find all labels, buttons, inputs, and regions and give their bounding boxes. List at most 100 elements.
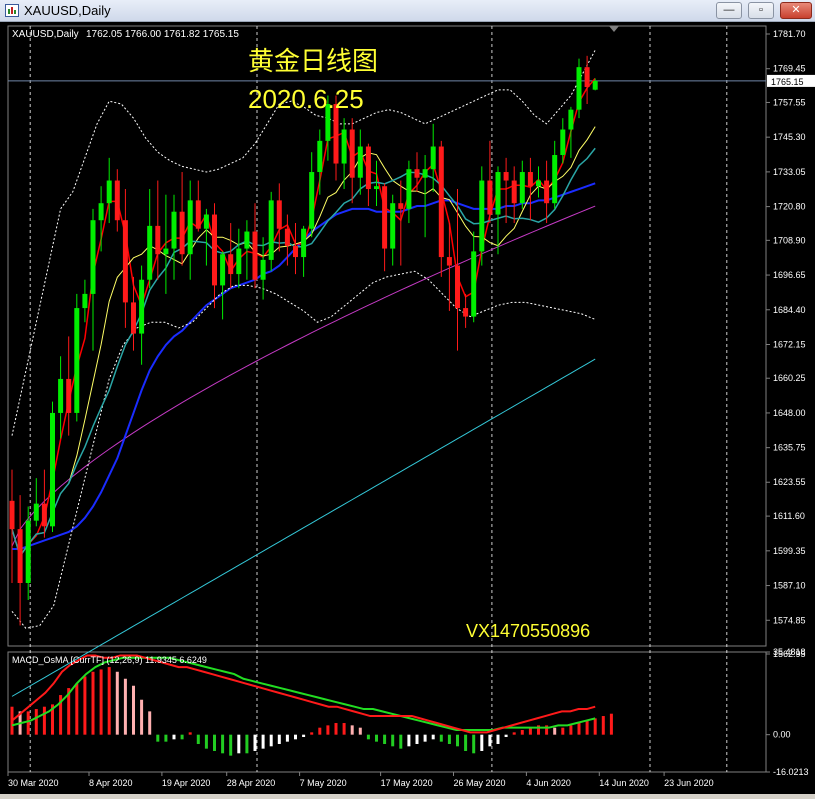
candle-body — [203, 214, 209, 229]
candle-body — [179, 211, 185, 255]
candle-body — [147, 225, 153, 280]
candle-body — [390, 203, 396, 249]
candle-body — [301, 228, 307, 258]
candle-26 — [220, 251, 226, 320]
candle-body — [98, 203, 104, 221]
macd-histogram-bar-30 — [253, 734, 257, 751]
macd-y-tick-label: -16.0213 — [773, 767, 809, 777]
y-tick-label: 1745.30 — [773, 132, 806, 142]
candle-51 — [422, 155, 428, 238]
candle-body — [171, 211, 177, 249]
candle-63 — [519, 160, 525, 209]
candle-body — [471, 251, 477, 317]
macd-histogram-bar-41 — [342, 723, 346, 735]
macd-histogram-bar-17 — [148, 711, 152, 735]
macd-histogram-bar-11 — [99, 669, 103, 735]
macd-histogram-bar-39 — [326, 725, 330, 735]
candle-body — [236, 248, 242, 275]
candle-body — [293, 245, 298, 258]
macd-histogram-bar-64 — [528, 727, 532, 735]
candle-body — [74, 308, 80, 413]
y-tick-label: 1708.90 — [773, 235, 806, 245]
candle-body — [33, 503, 39, 521]
chart-window-icon — [5, 4, 19, 17]
macd-histogram-bar-40 — [334, 723, 338, 735]
macd-histogram-bar-8 — [75, 683, 79, 735]
macd-histogram-bar-48 — [399, 734, 403, 749]
candle-62 — [511, 166, 517, 224]
candle-14 — [122, 189, 128, 328]
y-tick-label: 1574.85 — [773, 615, 806, 625]
y-tick-label: 1769.45 — [773, 64, 806, 74]
chart-header-symbol: XAUUSD,Daily — [12, 29, 79, 40]
macd-histogram-bar-46 — [383, 734, 387, 744]
macd-histogram-bar-67 — [553, 727, 557, 735]
candle-body — [422, 169, 428, 178]
overlay-date: 2020.6.25 — [248, 84, 364, 114]
macd-histogram-bar-29 — [245, 734, 249, 754]
macd-histogram-bar-51 — [423, 734, 427, 742]
macd-histogram-bar-49 — [407, 734, 411, 747]
macd-histogram-bar-31 — [261, 734, 265, 749]
y-tick-label: 1733.05 — [773, 167, 806, 177]
candle-body — [90, 220, 96, 294]
candle-body — [187, 200, 193, 255]
candle-body — [195, 200, 201, 229]
macd-histogram-bar-72 — [593, 718, 597, 735]
overlay-title: 黄金日线图 — [248, 46, 378, 76]
candle-body — [414, 169, 420, 178]
chart-window-frame: 1781.70 1769.45 1757.55 1745.30 1733.05 1720.… — [0, 22, 815, 794]
candle-body — [122, 220, 128, 303]
close-button[interactable]: ✕ — [780, 2, 812, 19]
ma-red-line — [11, 77, 596, 558]
current-price-label: 1765.15 — [771, 77, 804, 87]
macd-histogram-bar-25 — [213, 734, 216, 751]
minimize-button[interactable]: — — [716, 2, 742, 19]
macd-histogram-bar-2 — [26, 711, 30, 735]
candle-48 — [398, 180, 404, 266]
candle-11 — [98, 186, 104, 252]
candle-body — [592, 80, 598, 90]
y-tick-label: 1696.65 — [773, 270, 806, 280]
window-title: XAUUSD,Daily — [24, 3, 111, 18]
macd-histogram-bar-60 — [496, 734, 500, 744]
candle-20 — [171, 194, 177, 280]
candle-body — [268, 200, 274, 260]
candle-25 — [212, 203, 217, 309]
candle-body — [106, 180, 112, 204]
candle-body — [228, 254, 234, 275]
macd-histogram-bar-9 — [83, 676, 87, 735]
macd-histogram-bar-19 — [164, 734, 168, 742]
candle-1 — [17, 495, 23, 626]
candle-64 — [527, 157, 533, 221]
candle-46 — [382, 183, 388, 272]
y-tick-label: 1781.70 — [773, 29, 806, 39]
candle-body — [365, 146, 371, 190]
candle-body — [463, 308, 469, 317]
x-tick-label: 17 May 2020 — [381, 778, 433, 788]
candle-body — [58, 378, 64, 413]
x-tick-label: 14 Jun 2020 — [599, 778, 649, 788]
y-tick-label: 1684.40 — [773, 305, 806, 315]
candle-body — [430, 146, 436, 170]
macd-histogram-bar-37 — [310, 732, 314, 735]
macd-histogram-bar-47 — [391, 734, 395, 747]
candle-body — [503, 172, 509, 181]
candle-58 — [479, 166, 485, 266]
candle-body — [576, 67, 582, 110]
candle-52 — [430, 123, 436, 192]
candle-body — [155, 225, 161, 255]
y-tick-label: 1757.55 — [773, 97, 806, 107]
candle-21 — [179, 172, 185, 266]
price-chart[interactable]: 1781.70 1769.45 1757.55 1745.30 1733.05 1720.… — [0, 22, 815, 794]
macd-histogram-bar-13 — [115, 671, 119, 735]
y-tick-label: 1611.60 — [773, 511, 805, 521]
y-tick-label: 1623.55 — [773, 477, 806, 487]
candle-body — [438, 146, 444, 258]
macd-histogram-bar-33 — [277, 734, 281, 744]
macd-histogram-bar-42 — [350, 725, 354, 735]
restore-button[interactable]: ▫ — [748, 2, 774, 19]
candle-body — [495, 172, 501, 215]
macd-histogram-bar-45 — [375, 734, 378, 742]
x-tick-label: 4 Jun 2020 — [526, 778, 571, 788]
